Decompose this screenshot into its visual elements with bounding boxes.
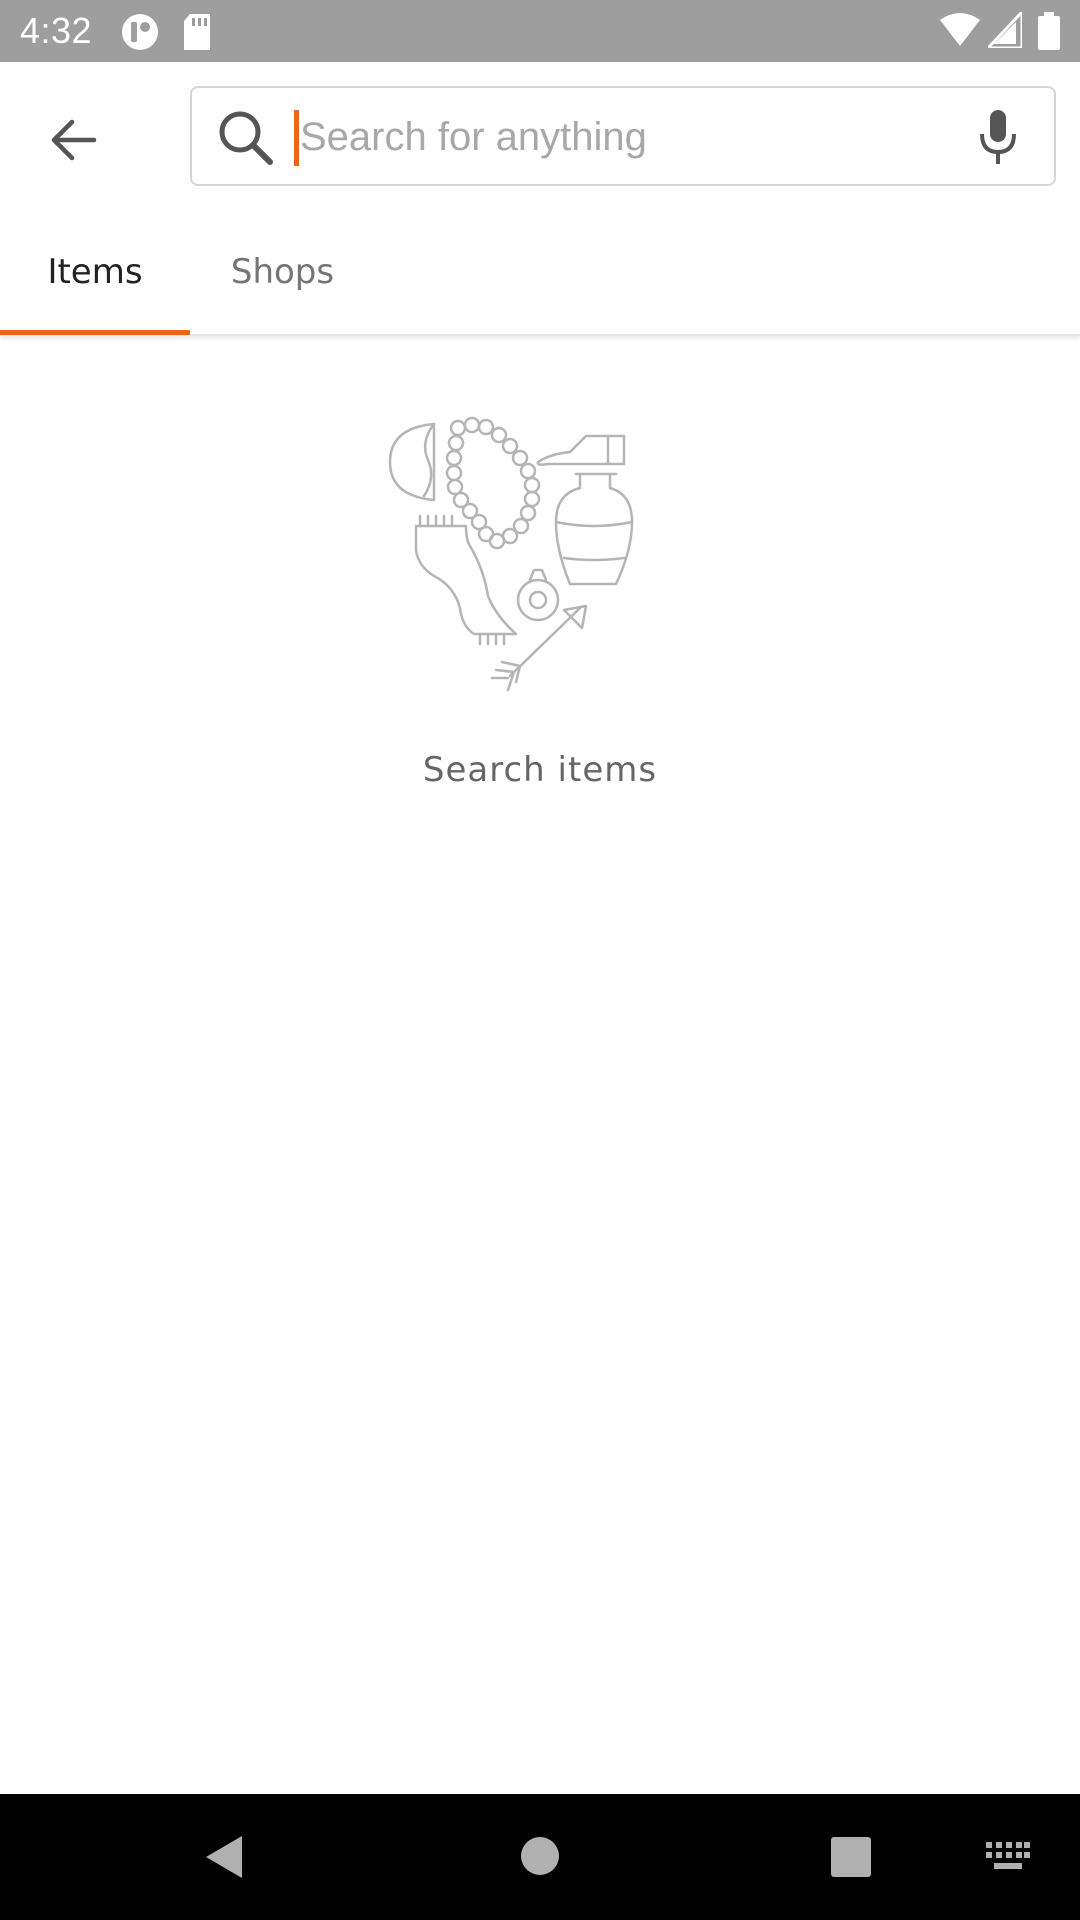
search-input[interactable] xyxy=(300,102,950,172)
system-nav-bar xyxy=(0,1794,1080,1920)
tab-shops-label: Shops xyxy=(230,252,335,292)
tab-shops[interactable]: Shops xyxy=(190,210,375,334)
wifi-icon xyxy=(940,13,980,46)
signal-icon xyxy=(988,12,1022,48)
microphone-icon[interactable] xyxy=(978,110,1018,166)
search-tabs: Items Shops xyxy=(0,210,1080,336)
text-cursor xyxy=(294,110,299,166)
tab-items-label: Items xyxy=(47,252,143,292)
arrow-left-icon xyxy=(51,119,97,161)
app-notification-icon xyxy=(122,14,158,50)
empty-state-label: Search items xyxy=(422,750,658,790)
status-bar: 4:32 xyxy=(0,0,1080,62)
search-bar[interactable] xyxy=(190,86,1056,186)
keyboard-icon[interactable] xyxy=(986,1842,1030,1872)
home-circle-icon[interactable] xyxy=(520,1836,560,1876)
craft-items-heart-illustration xyxy=(388,416,634,692)
sd-card-icon xyxy=(184,14,210,50)
battery-icon xyxy=(1038,12,1060,50)
tab-items[interactable]: Items xyxy=(0,210,190,334)
search-header xyxy=(0,62,1080,210)
tab-indicator xyxy=(0,330,190,335)
back-button[interactable] xyxy=(36,102,112,178)
back-triangle-icon[interactable] xyxy=(204,1834,244,1880)
status-time: 4:32 xyxy=(20,10,93,51)
search-icon xyxy=(219,111,273,165)
recents-square-icon[interactable] xyxy=(830,1836,872,1878)
